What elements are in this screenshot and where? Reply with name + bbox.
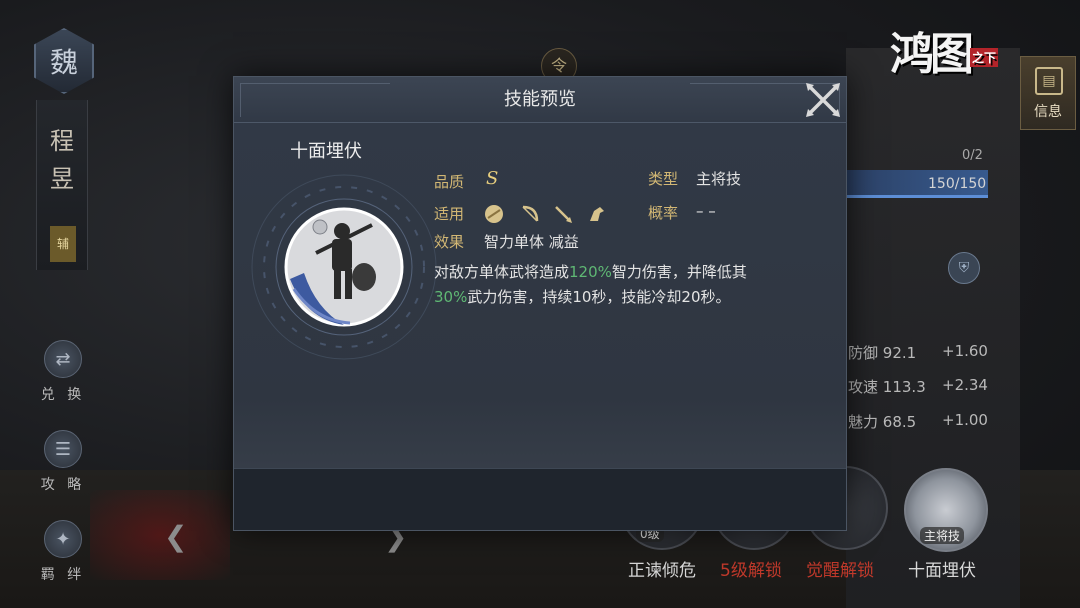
skill-label-4: 十面埋伏 — [908, 561, 976, 581]
slot-count: 0/2 — [962, 148, 983, 163]
stat-value: 113.3 — [882, 378, 926, 396]
stat-name: 防御 — [848, 344, 879, 362]
bow-unit-icon — [522, 205, 539, 222]
hero-name-char-1: 程 — [50, 127, 74, 155]
shield-unit-icon — [485, 205, 503, 223]
stat-value: 92.1 — [882, 344, 917, 362]
spear-unit-icon — [555, 206, 572, 223]
skill-slot-main[interactable]: 主将技 — [904, 468, 988, 552]
stat-defense: 防御 92.1 +1.60 — [848, 342, 988, 363]
modal-footer — [234, 468, 846, 530]
exchange-label: 兑 换 — [40, 387, 86, 403]
bond-label: 羁 绊 — [40, 567, 86, 583]
guide-scroll-icon: ☰ — [44, 430, 82, 468]
stat-name: 魅力 — [848, 413, 879, 431]
exchange-icon: ⇄ — [44, 340, 82, 378]
stat-value: 68.5 — [882, 413, 917, 431]
modal-header: 技能预览 — [234, 77, 846, 123]
background-glow — [90, 490, 230, 580]
hp-value: 150/150 — [928, 176, 987, 192]
rate-label: 概率 — [648, 204, 679, 222]
guide-button[interactable]: ☰ 攻 略 — [36, 430, 90, 500]
cavalry-unit-icon — [590, 207, 604, 221]
desc-text: 对敌方单体武将造成 — [434, 263, 570, 281]
stat-name: 攻速 — [848, 378, 879, 396]
type-label: 类型 — [648, 170, 679, 188]
stat-attack-speed: 攻速 113.3 +2.34 — [848, 376, 988, 397]
skill-emblem-icon — [251, 174, 437, 360]
exchange-button[interactable]: ⇄ 兑 换 — [36, 340, 90, 410]
rate-value: – – — [696, 202, 716, 220]
scroll-icon: ▤ — [1035, 67, 1063, 95]
stat-plus: +1.60 — [942, 342, 988, 360]
desc-highlight: 30% — [434, 288, 468, 306]
effect-label: 效果 — [434, 233, 465, 251]
shield-icon[interactable]: ⛨ — [948, 252, 980, 284]
bond-button[interactable]: ✦ 羁 绊 — [36, 520, 90, 590]
applicable-label: 适用 — [434, 205, 465, 223]
skill-label-3: 觉醒解锁 — [806, 561, 874, 581]
skill-description: 对敌方单体武将造成120%智力伤害，并降低其 30%武力伤害，持续10秒，技能冷却… — [434, 260, 814, 310]
info-button[interactable]: ▤ 信息 — [1020, 56, 1076, 130]
stat-plus: +1.00 — [942, 411, 988, 429]
prev-hero-arrow-icon[interactable]: ❮ — [164, 520, 187, 553]
game-logo: 鸿图 之下 — [890, 18, 1040, 98]
guide-label: 攻 略 — [40, 477, 86, 493]
logo-text: 鸿图 — [890, 29, 974, 80]
role-tag: 辅 — [50, 226, 76, 262]
skill-label-1: 正谏倾危 — [628, 561, 696, 581]
quality-value: S — [486, 168, 499, 189]
modal-title: 技能预览 — [504, 89, 576, 110]
stat-charm: 魅力 68.5 +1.00 — [848, 411, 988, 432]
close-icon[interactable] — [800, 77, 846, 123]
stat-plus: +2.34 — [942, 376, 988, 394]
logo-seal: 之下 — [970, 48, 999, 67]
quality-label: 品质 — [434, 173, 465, 191]
modal-body: 十面埋伏 品质 S 类型 主将技 适用 概率 – – 效果 智力单体 减益 对敌… — [234, 123, 846, 468]
skill-name: 十面埋伏 — [290, 141, 362, 162]
desc-text: 武力伤害，持续10秒，技能冷却20秒。 — [467, 288, 731, 306]
hero-name-char-2: 昱 — [50, 165, 74, 193]
type-value: 主将技 — [696, 170, 742, 188]
skill-label-2: 5级解锁 — [720, 561, 782, 581]
desc-highlight: 120% — [569, 263, 612, 281]
desc-text: 智力伤害，并降低其 — [611, 263, 747, 281]
main-skill-tag: 主将技 — [920, 527, 965, 544]
info-label: 信息 — [1034, 104, 1062, 120]
hp-bar-fill — [846, 195, 988, 198]
skill-preview-modal: 技能预览 十面埋伏 品质 S 类型 主将技 适用 概率 – – 效果 智力单体 … — [233, 76, 847, 531]
bond-icon: ✦ — [44, 520, 82, 558]
effect-value: 智力单体 减益 — [484, 233, 579, 251]
